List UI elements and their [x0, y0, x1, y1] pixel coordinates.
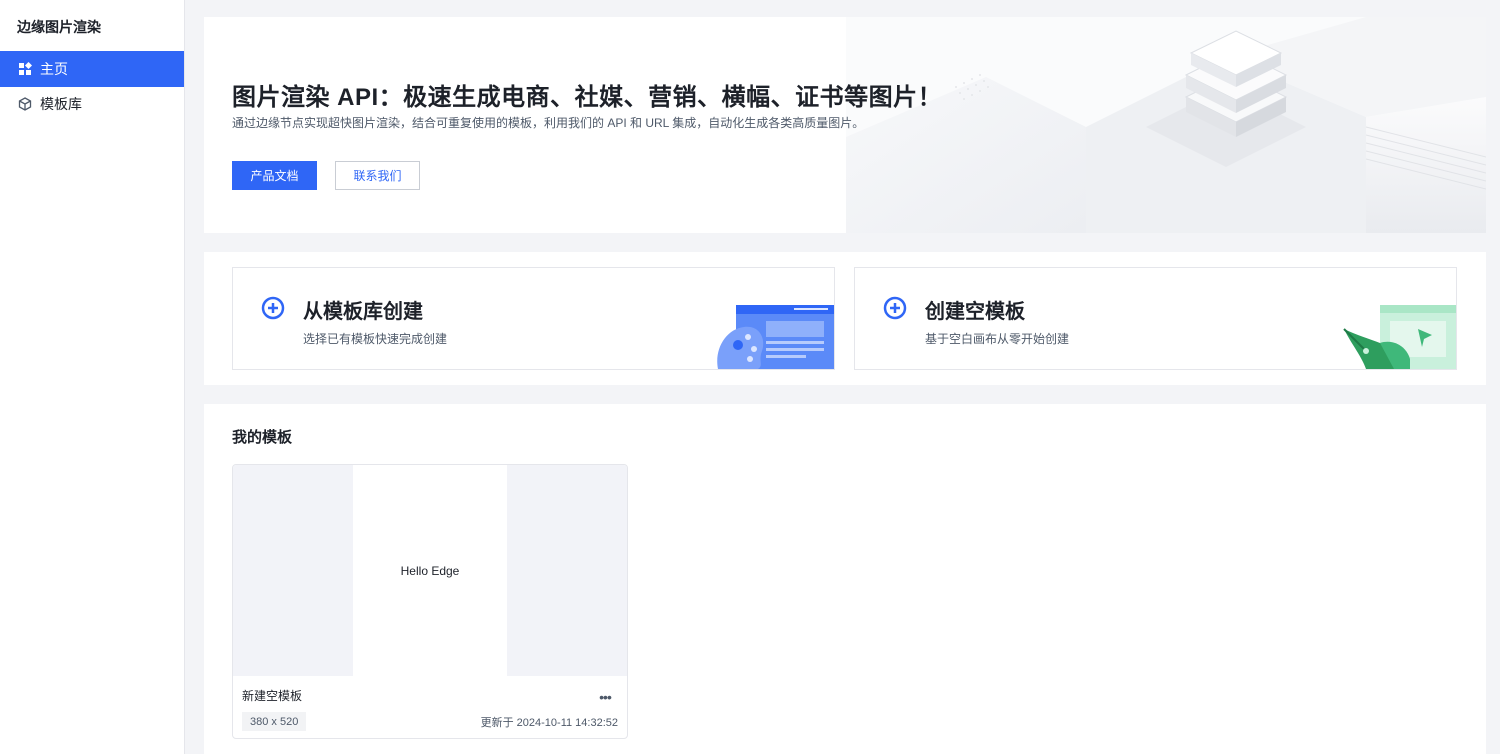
section-title: 我的模板 — [232, 429, 293, 446]
sidebar-item-label: 主页 — [40, 61, 68, 77]
app-title: 边缘图片渲染 — [17, 19, 101, 35]
create-blank-card[interactable]: 创建空模板 基于空白画布从零开始创建 — [854, 267, 1457, 370]
template-size-badge: 380 x 520 — [242, 712, 307, 731]
palette-illustration — [717, 305, 834, 369]
hero-title: 图片渲染 API：极速生成电商、社媒、营销、横幅、证书等图片！ — [232, 84, 943, 111]
sidebar: 边缘图片渲染 主页 模板库 — [0, 0, 185, 754]
cube-icon — [18, 97, 32, 111]
card-title: 从模板库创建 — [303, 301, 423, 323]
sidebar-item-home[interactable]: 主页 — [0, 51, 184, 87]
docs-button[interactable]: 产品文档 — [232, 161, 317, 190]
hero-illustration — [846, 17, 1486, 233]
plus-circle-icon — [261, 296, 285, 320]
create-section: 从模板库创建 选择已有模板快速完成创建 创建空模板 基于空白画布从零开始创建 — [204, 252, 1486, 385]
hero-subtitle: 通过边缘节点实现超快图片渲染，结合可重复使用的模板，利用我们的 API 和 UR… — [232, 116, 865, 130]
template-preview[interactable]: Hello Edge — [233, 465, 627, 676]
card-title: 创建空模板 — [925, 301, 1025, 323]
template-preview-text: Hello Edge — [400, 563, 460, 578]
hero-banner: 图片渲染 API：极速生成电商、社媒、营销、横幅、证书等图片！ 通过边缘节点实现… — [204, 17, 1486, 233]
my-templates-section: 我的模板 Hello Edge 新建空模板 ••• 380 x 520 更新于 … — [204, 404, 1486, 754]
card-description: 基于空白画布从零开始创建 — [925, 332, 1070, 346]
sidebar-item-template-library[interactable]: 模板库 — [0, 86, 184, 122]
template-name: 新建空模板 — [242, 689, 303, 703]
template-updated-time: 更新于 2024-10-11 14:32:52 — [480, 717, 618, 729]
template-card[interactable]: Hello Edge 新建空模板 ••• 380 x 520 更新于 2024-… — [232, 464, 628, 739]
more-options-icon[interactable]: ••• — [595, 687, 615, 707]
grid-icon — [18, 62, 32, 76]
template-canvas: Hello Edge — [353, 465, 507, 676]
create-from-library-card[interactable]: 从模板库创建 选择已有模板快速完成创建 — [232, 267, 835, 370]
card-description: 选择已有模板快速完成创建 — [303, 332, 448, 346]
plus-circle-icon — [883, 296, 907, 320]
pen-tool-illustration — [1343, 305, 1456, 369]
main-content: 图片渲染 API：极速生成电商、社媒、营销、横幅、证书等图片！ 通过边缘节点实现… — [185, 0, 1500, 754]
contact-button[interactable]: 联系我们 — [335, 161, 420, 190]
sidebar-item-label: 模板库 — [40, 96, 82, 112]
